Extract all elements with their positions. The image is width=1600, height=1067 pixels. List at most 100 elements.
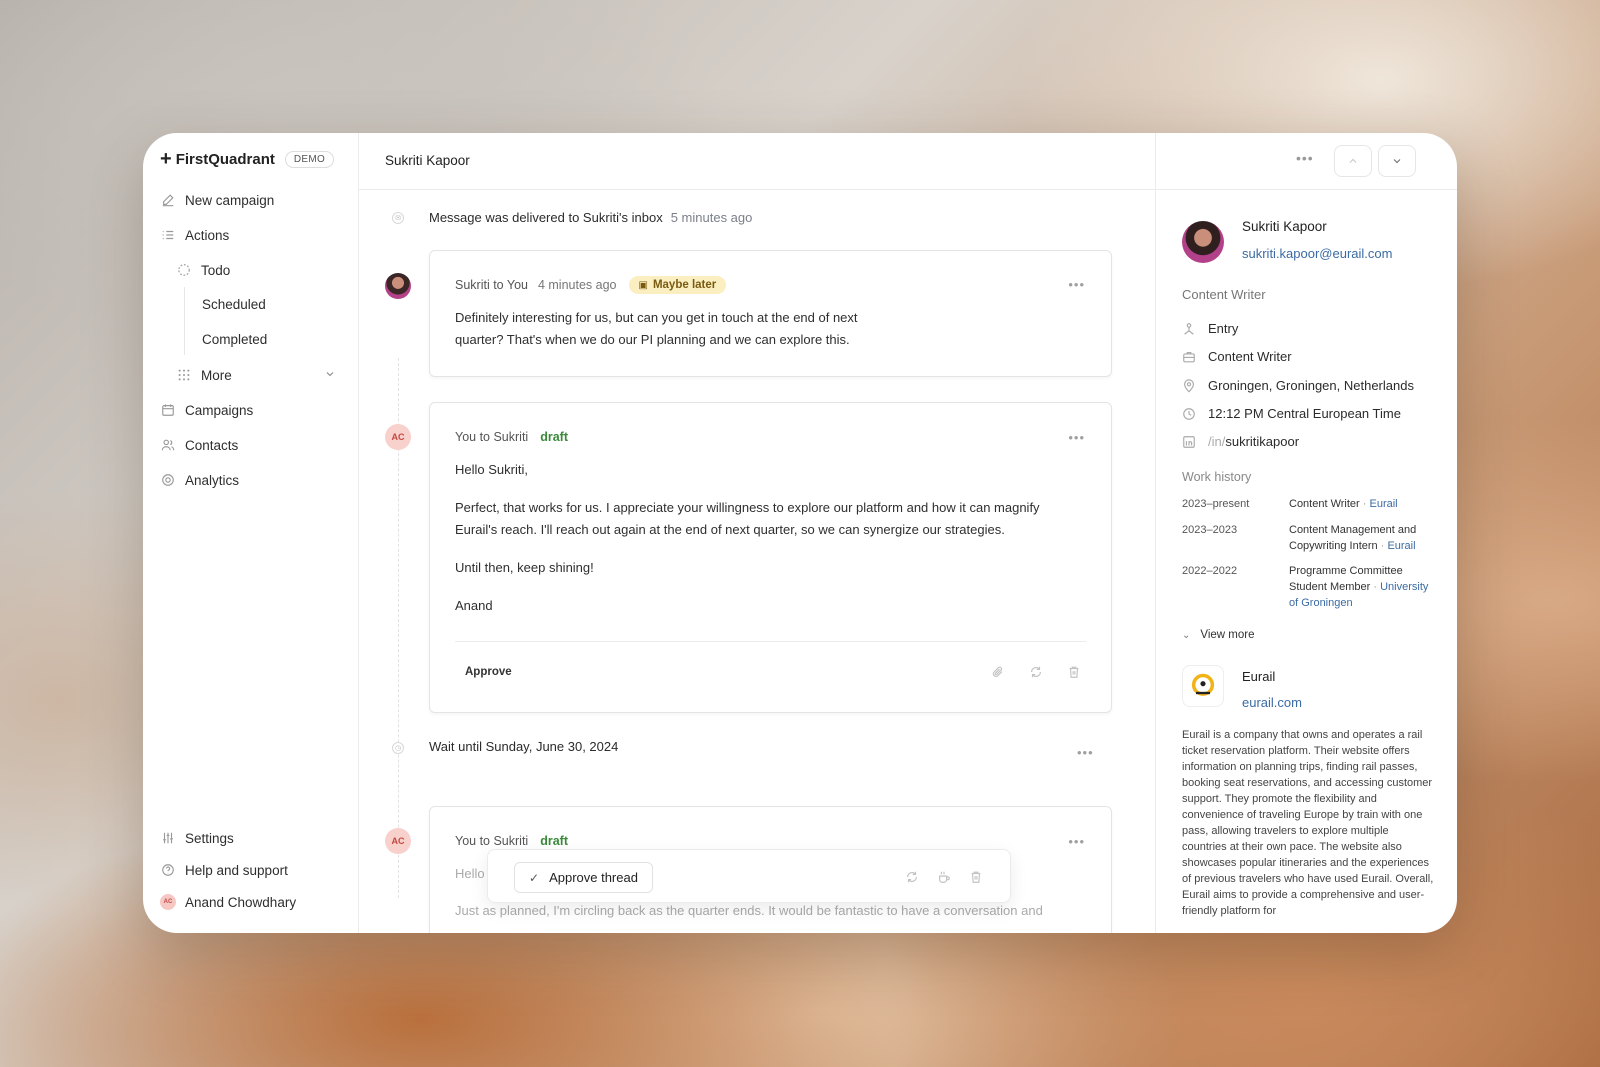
sidebar: + FirstQuadrant DEMO New campaign Action… — [143, 133, 359, 933]
list-icon — [160, 227, 176, 243]
message-from: Sukriti to You — [455, 278, 528, 292]
detail-text: 12:12 PM Central European Time — [1208, 406, 1401, 421]
trash-icon[interactable] — [969, 870, 983, 884]
message-line: quarter? That's when we do our PI planni… — [455, 332, 850, 347]
work-title: Content Writer — [1289, 498, 1360, 510]
company-description: Eurail is a company that owns and operat… — [1182, 729, 1434, 917]
seniority-icon — [1182, 322, 1196, 336]
brand[interactable]: + FirstQuadrant DEMO — [160, 149, 335, 169]
sidebar-item-label: Campaigns — [185, 402, 254, 418]
message-line: Definitely interesting for us, but can y… — [455, 310, 858, 325]
wait-more-icon[interactable]: ••• — [1077, 745, 1129, 760]
wait-event: Wait until Sunday, June 30, 2024 — [429, 739, 619, 754]
message-paragraph[interactable]: Perfect, that works for us. I appreciate… — [455, 497, 1040, 541]
work-company[interactable]: Eurail — [1370, 498, 1398, 510]
company-website[interactable]: eurail.com — [1242, 695, 1302, 710]
calendar-icon: ▣ — [638, 279, 648, 291]
approve-button[interactable]: Approve — [465, 666, 512, 678]
view-more-button[interactable]: ⌄ View more — [1182, 629, 1255, 641]
detail-text: sukritikapoor — [1225, 434, 1300, 449]
page-title: Sukriti Kapoor — [385, 153, 470, 168]
users-icon — [160, 437, 176, 453]
edit-icon — [160, 192, 176, 208]
company-logo — [1182, 665, 1224, 707]
message-more-icon[interactable]: ••• — [1068, 430, 1085, 445]
sidebar-item-label: Contacts — [185, 437, 239, 453]
calendar-icon — [160, 402, 176, 418]
work-years: 2022–2022 — [1182, 565, 1238, 577]
avatar: AC — [385, 424, 411, 450]
check-icon: ✓ — [529, 870, 540, 885]
work-entry: Programme Committee Student Member · Uni… — [1289, 565, 1429, 609]
sidebar-item-more[interactable]: More — [176, 367, 336, 383]
sidebar-item-label: New campaign — [185, 192, 275, 208]
avatar: AC — [385, 828, 411, 854]
message-greeting[interactable]: Hello — [455, 863, 485, 885]
message-paragraph[interactable]: Just as planned, I'm circling back as th… — [455, 900, 1043, 922]
subnav-line — [184, 287, 185, 355]
linkedin-icon — [1182, 435, 1196, 449]
sidebar-item-analytics[interactable]: Analytics — [160, 472, 239, 488]
status-badge-label: Maybe later — [652, 279, 717, 291]
sidebar-item-campaigns[interactable]: Campaigns — [160, 402, 253, 418]
sidebar-item-settings[interactable]: Settings — [160, 830, 234, 846]
event-time: 5 minutes ago — [670, 210, 753, 225]
sidebar-item-label: Help and support — [185, 862, 288, 878]
avatar — [385, 273, 411, 299]
message-header: You to Sukriti draft — [455, 834, 568, 848]
sidebar-item-actions[interactable]: Actions — [160, 227, 229, 243]
message-header: You to Sukriti draft — [455, 430, 568, 444]
trash-icon[interactable] — [1067, 665, 1081, 679]
sidebar-item-label: Actions — [185, 227, 230, 243]
message-signoff[interactable]: Anand — [455, 595, 493, 617]
clock-icon — [1182, 407, 1196, 421]
attachment-icon[interactable] — [991, 665, 1005, 679]
contact-panel: Sukriti Kapoor sukriti.kapoor@eurail.com… — [1155, 133, 1457, 933]
contact-role: Content Writer — [1182, 287, 1266, 302]
message-more-icon[interactable]: ••• — [1068, 834, 1085, 849]
thread-view: Sukriti Kapoor ••• ✉ Message was deliver… — [359, 133, 1457, 933]
message-body: Definitely interesting for us, but can y… — [455, 307, 858, 351]
contact-email[interactable]: sukriti.kapoor@eurail.com — [1242, 246, 1392, 261]
briefcase-icon — [1182, 350, 1196, 364]
clock-event-icon: ◷ — [392, 742, 404, 754]
sidebar-item-help[interactable]: Help and support — [160, 862, 288, 878]
message-paragraph[interactable]: Until then, keep shining! — [455, 557, 594, 579]
regenerate-icon[interactable] — [1029, 665, 1043, 679]
work-company[interactable]: Eurail — [1387, 540, 1415, 552]
coffee-icon[interactable] — [937, 870, 951, 884]
sidebar-item-scheduled[interactable]: Scheduled — [202, 297, 266, 312]
detail-text: Content Writer — [1208, 349, 1292, 364]
sidebar-item-contacts[interactable]: Contacts — [160, 437, 238, 453]
message-header: Sukriti to You 4 minutes ago ▣ Maybe lat… — [455, 276, 727, 294]
divider — [455, 641, 1086, 642]
event-text: Message was delivered to Sukriti's inbox — [429, 210, 663, 225]
detail-text: Entry — [1208, 321, 1239, 336]
sidebar-item-todo[interactable]: Todo — [176, 262, 230, 278]
message-card-reply: Sukriti to You 4 minutes ago ▣ Maybe lat… — [429, 250, 1112, 377]
location-icon — [1182, 378, 1196, 393]
message-from: You to Sukriti — [455, 834, 529, 848]
sidebar-item-completed[interactable]: Completed — [202, 332, 267, 347]
message-greeting[interactable]: Hello Sukriti, — [455, 459, 528, 481]
user-avatar-slot: AC — [160, 894, 176, 910]
sidebar-item-label: Todo — [201, 262, 231, 278]
regenerate-icon[interactable] — [905, 870, 919, 884]
delivered-event: Message was delivered to Sukriti's inbox… — [429, 210, 752, 225]
draft-label: draft — [540, 834, 568, 848]
message-more-icon[interactable]: ••• — [1068, 277, 1085, 292]
approve-thread-bar: ✓ Approve thread — [487, 849, 1011, 903]
sidebar-item-account[interactable]: AC Anand Chowdhary — [160, 894, 296, 910]
chevron-down-icon[interactable] — [324, 368, 336, 383]
detail-timezone: 12:12 PM Central European Time — [1182, 406, 1401, 421]
company-name: Eurail — [1242, 669, 1276, 684]
status-badge[interactable]: ▣ Maybe later — [628, 276, 727, 294]
sliders-icon — [160, 830, 176, 846]
approve-thread-button[interactable]: ✓ Approve thread — [514, 862, 653, 893]
sidebar-item-new-campaign[interactable]: New campaign — [160, 192, 274, 208]
demo-badge: DEMO — [284, 150, 335, 168]
message-line: Perfect, that works for us. I appreciate… — [455, 500, 1040, 515]
detail-linkedin[interactable]: /in/sukritikapoor — [1182, 434, 1299, 449]
sidebar-item-label: More — [201, 367, 232, 383]
detail-text: Groningen, Groningen, Netherlands — [1208, 378, 1414, 393]
